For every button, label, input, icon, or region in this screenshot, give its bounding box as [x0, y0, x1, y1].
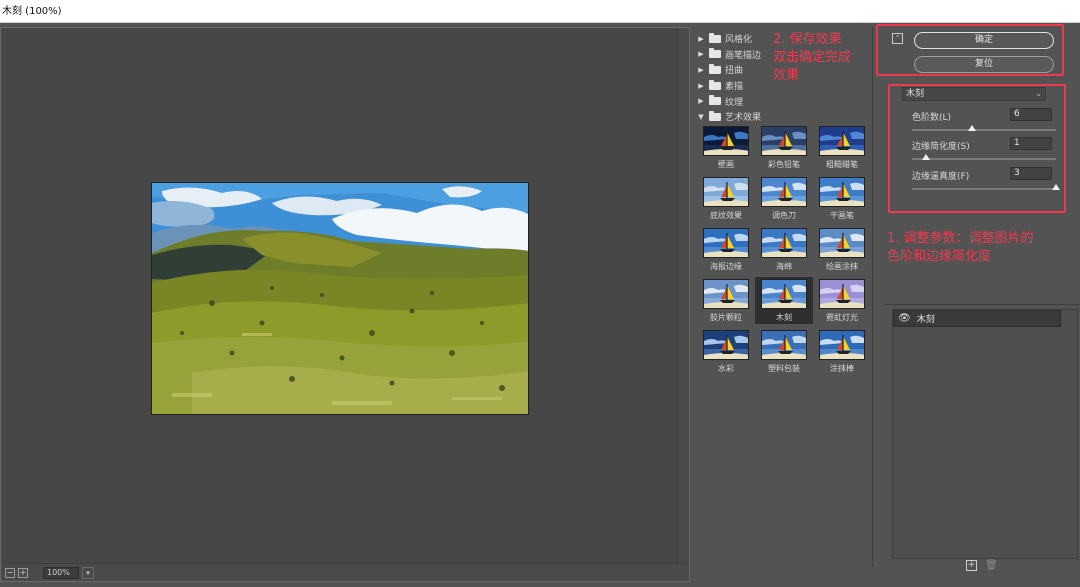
- divider: [884, 304, 1080, 305]
- effect-layers-panel: 👁 木刻: [892, 309, 1078, 559]
- expand-arrow-icon: ▶: [698, 50, 704, 59]
- filter-preview-image: [819, 330, 865, 360]
- filter-preview-image: [703, 126, 749, 156]
- category-label: 纹理: [725, 97, 744, 108]
- folder-open-icon: [709, 110, 721, 121]
- annotation-step1-line2: 色阶和边缘简化度: [887, 249, 992, 264]
- filter-thumbnail-label: 霓虹灯光: [826, 313, 858, 322]
- filter-thumbnail[interactable]: 绘画涂抹: [813, 226, 871, 273]
- folder-icon: [709, 48, 721, 59]
- filter-thumbnail[interactable]: 壁画: [697, 124, 755, 171]
- filter-thumbnail-label: 壁画: [718, 160, 734, 169]
- folder-icon: [709, 79, 721, 90]
- filter-preview-image: [703, 228, 749, 258]
- filter-thumbnail[interactable]: 调色刀: [755, 175, 813, 222]
- filter-thumbnail-label: 水彩: [718, 364, 734, 373]
- preview-image: [151, 182, 529, 415]
- preview-scrollbar[interactable]: [677, 28, 689, 563]
- filter-thumbnail-label: 海报边缘: [710, 262, 742, 271]
- filter-list-panel: ▶ 风格化 ▶ 画笔描边 ▶ 扭曲 ▶ 素描 ▶ 纹理 ▼ 艺术效果 壁画 彩色…: [693, 27, 873, 567]
- filter-thumbnail[interactable]: 彩色铅笔: [755, 124, 813, 171]
- preview-canvas[interactable]: [2, 29, 678, 562]
- filter-thumbnail[interactable]: 胶片颗粒: [697, 277, 755, 324]
- trash-icon[interactable]: 🗑: [985, 560, 998, 571]
- filter-thumbnail-label: 绘画涂抹: [826, 262, 858, 271]
- filter-preview-image: [761, 228, 807, 258]
- woodcut-landscape-image: [152, 183, 528, 414]
- zoom-level[interactable]: 100%: [43, 566, 79, 579]
- filter-thumbnail[interactable]: 水彩: [697, 328, 755, 375]
- filter-thumbnail-label: 干画笔: [830, 211, 854, 220]
- filter-thumbnail[interactable]: 海绵: [755, 226, 813, 273]
- layer-actions: + 🗑: [966, 560, 998, 571]
- category-artistic[interactable]: ▼ 艺术效果: [693, 109, 872, 125]
- category-label: 风格化: [725, 35, 753, 46]
- folder-icon: [709, 95, 721, 106]
- filter-thumbnail-label: 塑料包装: [768, 364, 800, 373]
- filter-preview-image: [819, 279, 865, 309]
- filter-preview-image: [761, 279, 807, 309]
- zoom-out-button[interactable]: −: [5, 567, 15, 578]
- filter-thumbnail-label: 彩色铅笔: [768, 160, 800, 169]
- zoom-dropdown-icon[interactable]: ▾: [82, 566, 94, 579]
- expand-arrow-icon: ▶: [698, 97, 704, 106]
- annotation-step2-line1: 2. 保存效果: [773, 32, 842, 47]
- category-label: 画笔描边: [725, 50, 762, 61]
- effect-layer-label: 木刻: [916, 315, 935, 325]
- filter-preview-image: [703, 279, 749, 309]
- preview-zoom-bar: − + 100% ▾: [1, 563, 689, 581]
- folder-icon: [709, 63, 721, 74]
- category-label: 素描: [725, 82, 744, 93]
- filter-thumbnail[interactable]: 底纹效果: [697, 175, 755, 222]
- annotation-box-ok: [876, 24, 1064, 76]
- filter-preview-image: [761, 177, 807, 207]
- annotation-step2-line2: 双击确定完成: [773, 50, 852, 65]
- filter-thumbnail[interactable]: 涂抹棒: [813, 328, 871, 375]
- category-label: 艺术效果: [725, 113, 762, 124]
- eye-icon[interactable]: 👁: [898, 313, 911, 324]
- filter-thumbnail[interactable]: 霓虹灯光: [813, 277, 871, 324]
- filter-thumbnail-label: 胶片颗粒: [710, 313, 742, 322]
- window-title-bar: 木刻 (100%): [0, 0, 1080, 23]
- expand-arrow-icon: ▶: [698, 81, 704, 90]
- expand-arrow-icon: ▶: [698, 65, 704, 74]
- annotation-step1-line1: 1. 调整参数：调整图片的: [887, 231, 1034, 246]
- filter-thumbnail-label: 海绵: [776, 262, 792, 271]
- filter-thumbnail-label: 调色刀: [772, 211, 796, 220]
- window-title: 木刻 (100%): [2, 6, 62, 17]
- category-label: 扭曲: [725, 66, 744, 77]
- filter-preview-image: [703, 330, 749, 360]
- collapse-arrow-icon: ▼: [698, 112, 704, 121]
- annotation-box-params: [888, 84, 1066, 213]
- zoom-in-button[interactable]: +: [18, 567, 28, 578]
- filter-thumbnail-label: 涂抹棒: [830, 364, 854, 373]
- filter-thumbnail-label: 粗糙蜡笔: [826, 160, 858, 169]
- filter-thumbnail[interactable]: 粗糙蜡笔: [813, 124, 871, 171]
- effect-layer-row[interactable]: 👁 木刻: [893, 310, 1061, 327]
- filter-thumbnail[interactable]: 木刻: [755, 277, 813, 324]
- filter-thumbnail-label: 底纹效果: [710, 211, 742, 220]
- filter-preview-image: [819, 177, 865, 207]
- filter-thumbnail-label: 木刻: [776, 313, 792, 322]
- filter-thumbnail[interactable]: 海报边缘: [697, 226, 755, 273]
- annotation-step2-line3: 效果: [773, 68, 800, 83]
- filter-preview-image: [703, 177, 749, 207]
- preview-area: − + 100% ▾: [0, 27, 690, 582]
- category-texture[interactable]: ▶ 纹理: [693, 93, 872, 109]
- filter-thumbnail[interactable]: 塑料包装: [755, 328, 813, 375]
- filter-preview-image: [761, 126, 807, 156]
- filter-thumbnail[interactable]: 干画笔: [813, 175, 871, 222]
- expand-arrow-icon: ▶: [698, 34, 704, 43]
- new-effect-layer-icon[interactable]: +: [966, 560, 977, 571]
- filter-preview-image: [819, 228, 865, 258]
- filter-preview-image: [819, 126, 865, 156]
- artistic-thumbnail-grid: 壁画 彩色铅笔 粗糙蜡笔底纹效果 调色刀 干画笔海报边缘 海绵 绘画涂抹胶片颗粒 木刻 霓虹灯光…: [697, 124, 871, 375]
- filter-preview-image: [761, 330, 807, 360]
- filter-gallery-dialog: − + 100% ▾ ▶ 风格化 ▶ 画笔描边 ▶ 扭曲 ▶ 素描 ▶ 纹理 ▼…: [0, 23, 1080, 587]
- folder-icon: [709, 32, 721, 43]
